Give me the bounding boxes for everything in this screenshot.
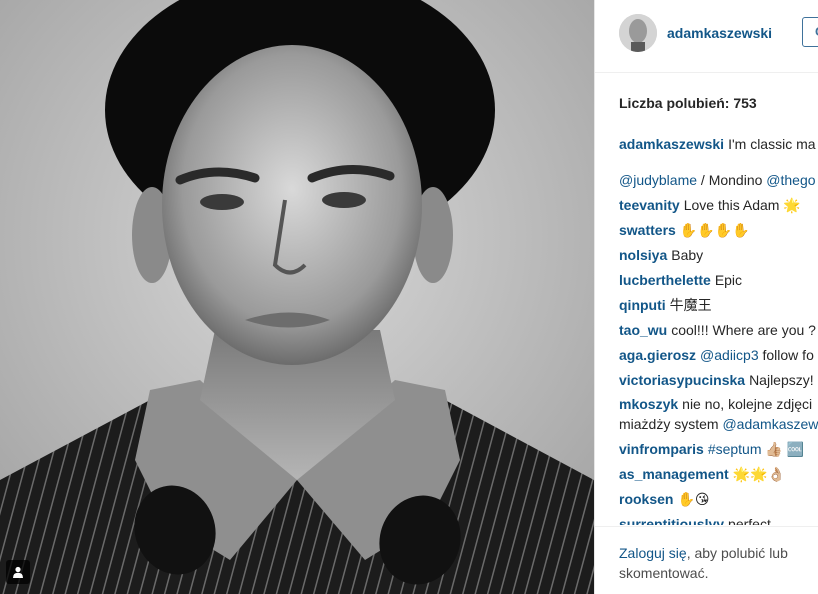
comment-username[interactable]: victoriasypucinska [619, 372, 745, 388]
portrait-image [0, 0, 594, 594]
comment-text: Najlepszy! [749, 372, 814, 388]
post-footer: Zaloguj się, aby polubić lub skomentować… [595, 526, 818, 594]
comment-text: miażdży system [619, 416, 723, 432]
person-icon [13, 566, 23, 578]
comment-username[interactable]: as_management [619, 466, 729, 482]
comment-username[interactable]: rooksen [619, 491, 673, 507]
post-sidebar: adamkaszewski Obserwuj Liczba polubień: … [594, 0, 818, 594]
comment-item: surreptitiouslyy perfect [619, 512, 818, 525]
comment-username[interactable]: mkoszyk [619, 396, 678, 412]
avatar-image [619, 14, 657, 52]
comment-text: cool!!! Where are you ? [671, 322, 816, 338]
comment-item: rooksen ✋😘 [619, 487, 818, 512]
comment-hashtag[interactable]: #septum [708, 441, 762, 457]
comment-username[interactable]: teevanity [619, 197, 680, 213]
post-photo[interactable] [0, 0, 594, 594]
comment-username[interactable]: aga.gierosz [619, 347, 696, 363]
comment-item: lucberthelette Epic [619, 268, 818, 293]
comment-item: tao_wu cool!!! Where are you ? [619, 318, 818, 343]
comments-list[interactable]: adamkaszewski I'm classic ma @judyblame /… [619, 132, 818, 525]
post-header: adamkaszewski Obserwuj [595, 0, 818, 73]
comment-text: ✋😘 [677, 491, 710, 507]
caption-mention[interactable]: @judyblame [619, 172, 697, 188]
comment-text: ✋✋✋✋ [679, 222, 750, 238]
comment-text: 牛魔王 [669, 297, 712, 313]
comment-item: aga.gierosz @adiicp3 follow fo [619, 343, 818, 368]
comment-username[interactable]: nolsiya [619, 247, 667, 263]
comment-item: victoriasypucinska Najlepszy! [619, 368, 818, 393]
comment-mention[interactable]: @adiicp3 [700, 347, 759, 363]
login-link[interactable]: Zaloguj się [619, 545, 687, 561]
caption-text-continued: / Mondino [697, 172, 767, 188]
follow-button[interactable]: Obserwuj [802, 17, 818, 47]
comment-text: 👍🏼 🆒 [761, 441, 805, 457]
comment-text: 🌟🌟👌🏼 [732, 466, 786, 482]
comment-item: nolsiya Baby [619, 243, 818, 268]
comment-username[interactable]: surreptitiouslyy [619, 516, 724, 525]
comment-item: qinputi 牛魔王 [619, 293, 818, 318]
comment-username[interactable]: swatters [619, 222, 676, 238]
comment-mention[interactable]: @adamkaszew [722, 416, 818, 432]
comment-username[interactable]: qinputi [619, 297, 666, 313]
caption-continued: @judyblame / Mondino @thego [619, 168, 818, 193]
comment-item: teevanity Love this Adam 🌟 [619, 193, 818, 218]
avatar[interactable] [619, 14, 657, 52]
comment-text: perfect [728, 516, 771, 525]
comment-text: Baby [671, 247, 704, 263]
comment-item: as_management 🌟🌟👌🏼 [619, 462, 818, 487]
comment-text: Epic [714, 272, 743, 288]
comment-username[interactable]: lucberthelette [619, 272, 711, 288]
comment-username[interactable]: tao_wu [619, 322, 667, 338]
user-tag-icon[interactable] [6, 560, 30, 584]
post-username[interactable]: adamkaszewski [667, 25, 772, 41]
caption-text: I'm classic ma [728, 136, 816, 152]
post-caption: adamkaszewski I'm classic ma [619, 132, 818, 157]
login-prompt: Zaloguj się, aby polubić lub skomentować… [619, 543, 809, 583]
comment-text: nie no, kolejne zdjęci [682, 396, 813, 412]
comment-text: follow fo [758, 347, 814, 363]
caption-username[interactable]: adamkaszewski [619, 136, 724, 152]
likes-count: Liczba polubień: 753 [619, 95, 757, 111]
comment-item: mkoszyk nie no, kolejne zdjęci miażdży sys… [619, 393, 818, 437]
comment-item: swatters ✋✋✋✋ [619, 218, 818, 243]
comment-text: Love this Adam 🌟 [683, 197, 801, 213]
comment-item: vinfromparis #septum 👍🏼 🆒 [619, 437, 818, 462]
comment-username[interactable]: vinfromparis [619, 441, 704, 457]
caption-mention[interactable]: @thego [766, 172, 815, 188]
